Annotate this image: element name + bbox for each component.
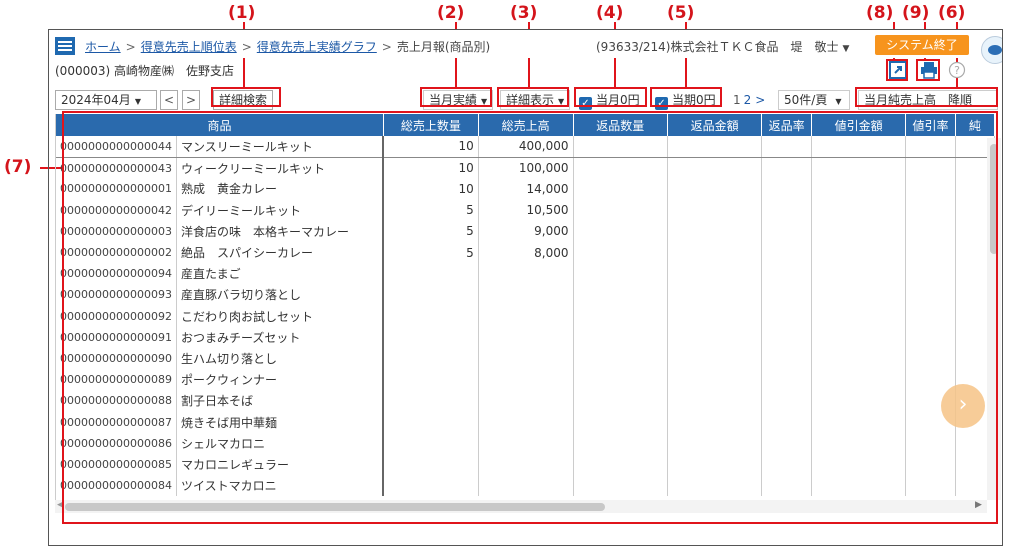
next-month-button[interactable]: > bbox=[182, 90, 200, 110]
annotation-box-6 bbox=[855, 87, 998, 107]
annotation-label-7: (7) bbox=[4, 157, 32, 177]
per-page-value: 50件/頁 bbox=[784, 93, 828, 107]
annotation-label-8: (8) bbox=[866, 3, 894, 23]
breadcrumb-graph-link[interactable]: 得意先売上実績グラフ bbox=[257, 40, 377, 54]
month-value: 2024年04月 bbox=[61, 93, 131, 107]
annotation-box-8 bbox=[886, 59, 908, 81]
annotation-label-1: (1) bbox=[228, 3, 256, 23]
company-user-label: (93633/214)株式会社ＴＫＣ食品 堤 敬士 bbox=[596, 40, 839, 54]
page-1[interactable]: 1 bbox=[733, 93, 741, 107]
customer-label: (000003) 高崎物産㈱ 佐野支店 bbox=[55, 64, 234, 78]
annotation-label-3: (3) bbox=[510, 3, 538, 23]
pagination: 1 2 > bbox=[733, 90, 765, 110]
annotation-box-7 bbox=[62, 111, 998, 524]
annotation-box-3 bbox=[497, 87, 569, 107]
assistant-avatar[interactable] bbox=[981, 36, 1002, 64]
breadcrumb-home-link[interactable]: ホーム bbox=[85, 40, 121, 54]
page-2-link[interactable]: 2 bbox=[744, 93, 752, 107]
annotation-box-9 bbox=[916, 59, 940, 81]
per-page-select[interactable]: 50件/頁 ▼ bbox=[778, 90, 850, 110]
company-user-menu[interactable]: (93633/214)株式会社ＴＫＣ食品 堤 敬士 ▼ bbox=[596, 38, 849, 55]
annotation-label-5: (5) bbox=[667, 3, 695, 23]
breadcrumb-separator: > bbox=[241, 40, 252, 54]
header-bar: ホーム > 得意先売上順位表 > 得意先売上実績グラフ > 売上月報(商品別) (93633… bbox=[49, 30, 1002, 64]
annotation-label-4: (4) bbox=[596, 3, 624, 23]
chevron-down-icon: ▼ bbox=[134, 97, 141, 106]
breadcrumb-separator: > bbox=[125, 40, 136, 54]
breadcrumb-current: 売上月報(商品別) bbox=[396, 40, 491, 54]
breadcrumb-separator: > bbox=[381, 40, 392, 54]
annotation-box-4 bbox=[574, 87, 647, 107]
chevron-down-icon: ▼ bbox=[842, 44, 850, 54]
annotation-box-2 bbox=[420, 87, 492, 107]
svg-text:?: ? bbox=[954, 64, 960, 77]
month-select[interactable]: 2024年04月 ▼ bbox=[55, 90, 157, 110]
next-page-link[interactable]: > bbox=[755, 93, 765, 107]
help-icon[interactable]: ? bbox=[948, 61, 966, 79]
breadcrumb: ホーム > 得意先売上順位表 > 得意先売上実績グラフ > 売上月報(商品別) bbox=[85, 38, 490, 55]
annotation-box-1 bbox=[211, 87, 281, 107]
annotation-label-6: (6) bbox=[938, 3, 966, 23]
annotation-label-2: (2) bbox=[437, 3, 465, 23]
chevron-down-icon: ▼ bbox=[835, 97, 842, 106]
prev-month-button[interactable]: < bbox=[160, 90, 178, 110]
breadcrumb-ranking-link[interactable]: 得意先売上順位表 bbox=[141, 40, 237, 54]
annotation-label-9: (9) bbox=[902, 3, 930, 23]
system-exit-button[interactable]: システム終了 bbox=[875, 35, 969, 55]
menu-icon[interactable] bbox=[55, 37, 75, 55]
annotation-box-5 bbox=[650, 87, 722, 107]
